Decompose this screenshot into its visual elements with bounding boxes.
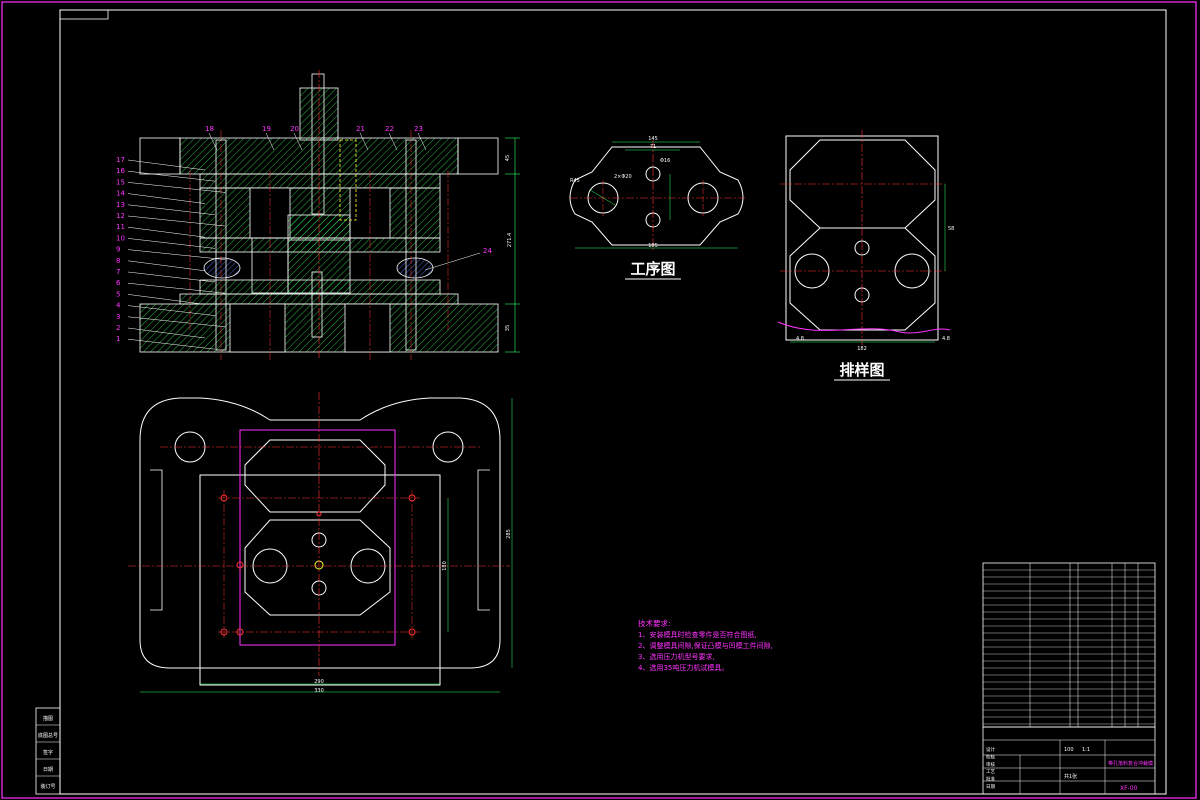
part-number-5: 5 [116,290,120,298]
plan-view: 330 290 285 180 [128,392,513,694]
title-footer-label: 校核 [986,753,995,760]
sheet-border [1,1,1197,799]
title-sheet: 共1张 [1064,773,1077,780]
section-view: 45 271.4 35 1716151413121110987654321 18… [116,70,520,360]
process-dim-hole: 2×Φ20 [614,174,632,180]
part-number-20: 20 [290,125,299,133]
part-number-19: 19 [262,125,271,133]
part-number-2: 2 [116,324,120,332]
title-material-qty: 100 [1064,747,1074,753]
part-number-1: 1 [116,335,120,343]
layout-dim-pitch: 58 [948,226,954,232]
layout-dim-margin-right: 4.8 [942,336,950,342]
title-footer-label: 工艺 [986,769,995,775]
cad-drawing: 描图 底图总号 签字 日期 装订号 45 271.4 35 1716151413… [1,1,1197,799]
layout-dim-margin-left: 4.8 [796,336,804,342]
layout-drawing-title: 排样图 [839,361,884,379]
part-number-23: 23 [414,125,423,133]
leader-line [127,271,216,283]
border-tab-3: 日期 [43,767,53,773]
part-number-8: 8 [116,257,120,265]
process-dim-top-b: 71 [650,144,656,150]
part-number-6: 6 [116,279,121,287]
process-dim-left-r: R45 [570,178,580,184]
part-number-10: 10 [116,234,125,242]
layout-dim-bottom: 182 [857,346,867,352]
process-drawing-title: 工序图 [630,260,675,278]
corner-tag [59,9,109,20]
left-margin-tabs: 描图 底图总号 签字 日期 装订号 [35,707,61,795]
title-footer-label: 设计 [986,746,995,753]
part-number-14: 14 [116,190,125,198]
plan-dim-width-inner: 290 [314,679,324,685]
part-number-22: 22 [385,125,394,133]
part-number-4: 4 [116,302,121,310]
title-code: XF-00 [1120,785,1138,792]
title-block: 100 1:1 带孔落料复合冲裁模 共1张 XF-00 设计校核审核工艺批准日期 [982,562,1156,795]
title-footer-label: 审核 [986,761,995,768]
process-dim-top-a: 145 [648,136,658,142]
title-drawing-name: 带孔落料复合冲裁模 [1108,760,1153,767]
part-number-15: 15 [116,178,125,186]
dim-bottom-plate: 35 [505,325,511,331]
title-footer-label: 日期 [986,784,995,790]
plan-dim-width-outer: 330 [314,688,324,694]
layout-drawing: 58 182 4.8 4.8 排样图 [777,130,954,381]
process-dim-small: Φ16 [660,158,670,164]
part-number-13: 13 [116,201,125,209]
dim-total-height: 271.4 [507,233,513,247]
tech-item-3: 3、选用压力机型号要求, [638,652,715,661]
part-number-21: 21 [356,125,365,133]
border-tab-2: 签字 [43,749,53,756]
leader-line [127,226,206,238]
leader-line [127,260,206,272]
tech-item-1: 1、安装模具时检查零件是否符合图纸, [638,630,757,639]
border-tab-0: 描图 [43,715,53,722]
tech-heading: 技术要求: [638,618,671,628]
border-tab-1: 底图总号 [38,732,58,739]
part-number-16: 16 [116,167,125,175]
title-scale: 1:1 [1082,747,1090,753]
dim-top-plate: 45 [505,155,511,161]
title-footer-label: 批准 [986,776,995,783]
part-number-9: 9 [116,246,120,254]
part-number-7: 7 [116,268,120,276]
part-number-11: 11 [116,223,125,231]
part-number-24: 24 [483,247,492,255]
plan-dim-height-inner: 180 [442,561,448,571]
part-number-12: 12 [116,212,125,220]
technical-requirements: 技术要求: 1、安装模具时检查零件是否符合图纸, 2、调整模具间隙,保证凸模与凹… [638,618,773,672]
part-number-17: 17 [116,156,125,164]
part-number-18: 18 [205,125,214,133]
border-tab-4: 装订号 [40,783,55,790]
process-drawing: 145 71 R45 2×Φ20 Φ16 185 工序图 [569,136,745,280]
leader-line [127,193,206,204]
tech-item-4: 4、选用35吨压力机试模具。 [638,663,728,672]
process-dim-bottom: 185 [648,243,658,249]
tech-item-2: 2、调整模具间隙,保证凸模与凹模工件间隙, [638,641,773,650]
frame-border [59,9,1167,795]
part-number-3: 3 [116,313,120,321]
plan-dim-height-outer: 285 [506,529,512,539]
